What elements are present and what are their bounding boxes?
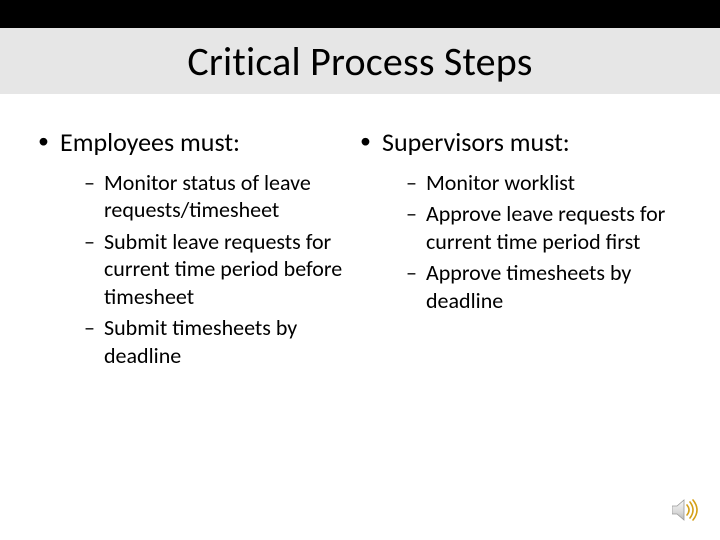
left-sub-item: Monitor status of leave requests/timeshe… bbox=[84, 169, 344, 224]
right-sub-item: Monitor worklist bbox=[406, 169, 666, 197]
right-heading: Supervisors must: bbox=[382, 126, 570, 158]
left-heading: Employees must: bbox=[60, 126, 240, 158]
left-sub-item: Submit leave requests for current time p… bbox=[84, 228, 344, 311]
title-band: Critical Process Steps bbox=[0, 28, 720, 94]
top-bar bbox=[0, 0, 720, 28]
right-column: Supervisors must: Monitor worklist Appro… bbox=[360, 120, 682, 373]
left-column: Employees must: Monitor status of leave … bbox=[38, 120, 360, 373]
content-area: Employees must: Monitor status of leave … bbox=[0, 120, 720, 373]
speaker-icon[interactable] bbox=[672, 499, 698, 526]
left-sub-item: Submit timesheets by deadline bbox=[84, 314, 344, 369]
right-sub-item: Approve leave requests for current time … bbox=[406, 200, 666, 255]
right-heading-item: Supervisors must: Monitor worklist Appro… bbox=[360, 126, 666, 314]
slide: Critical Process Steps Employees must: M… bbox=[0, 0, 720, 540]
slide-title: Critical Process Steps bbox=[187, 37, 532, 86]
right-sub-item: Approve timesheets by deadline bbox=[406, 259, 666, 314]
left-heading-item: Employees must: Monitor status of leave … bbox=[38, 126, 344, 369]
